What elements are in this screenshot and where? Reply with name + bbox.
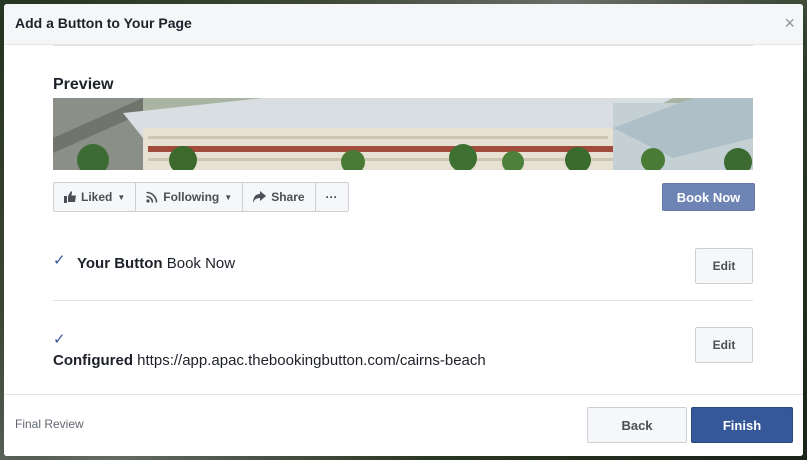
cover-photo bbox=[53, 98, 753, 170]
finish-button[interactable]: Finish bbox=[691, 407, 793, 443]
following-label: Following bbox=[163, 190, 220, 204]
following-button[interactable]: Following ▼ bbox=[136, 183, 244, 211]
configured-label: Configured bbox=[53, 352, 133, 369]
step-label: Final Review bbox=[15, 417, 84, 431]
back-button[interactable]: Back bbox=[587, 407, 687, 443]
edit-button-button[interactable]: Edit bbox=[695, 248, 753, 284]
like-icon bbox=[64, 191, 76, 203]
dialog-header: Add a Button to Your Page × bbox=[4, 4, 803, 45]
your-button-row: Your Button Book Now bbox=[77, 255, 235, 272]
page-action-bar: Liked ▼ Following ▼ Share ··· bbox=[53, 182, 349, 212]
rss-icon bbox=[146, 191, 158, 203]
chevron-down-icon: ▼ bbox=[224, 192, 233, 202]
divider bbox=[53, 45, 753, 46]
add-button-dialog: Add a Button to Your Page × Preview Like… bbox=[4, 4, 803, 456]
dialog-body[interactable]: Preview Liked ▼ Following ▼ Share ··· Bo… bbox=[4, 45, 803, 394]
edit-configured-button[interactable]: Edit bbox=[695, 327, 753, 363]
your-button-label: Your Button bbox=[77, 255, 163, 272]
more-icon: ··· bbox=[325, 190, 338, 204]
check-icon: ✓ bbox=[53, 331, 66, 348]
divider bbox=[53, 300, 753, 301]
cover-photo-image bbox=[53, 98, 753, 170]
chevron-down-icon: ▼ bbox=[117, 192, 126, 202]
share-icon bbox=[253, 191, 267, 203]
dialog-footer: Final Review Back Finish bbox=[4, 394, 803, 456]
configured-row: Configured https://app.apac.thebookingbu… bbox=[53, 352, 486, 369]
book-now-cta-button[interactable]: Book Now bbox=[662, 183, 755, 211]
share-label: Share bbox=[271, 190, 305, 204]
share-button[interactable]: Share bbox=[243, 183, 316, 211]
close-icon[interactable]: × bbox=[784, 13, 795, 33]
liked-label: Liked bbox=[81, 190, 113, 204]
your-button-value: Book Now bbox=[166, 255, 236, 272]
liked-button[interactable]: Liked ▼ bbox=[54, 183, 137, 211]
more-button[interactable]: ··· bbox=[316, 183, 348, 211]
check-icon: ✓ bbox=[53, 252, 66, 269]
preview-heading: Preview bbox=[53, 76, 114, 93]
dialog-title: Add a Button to Your Page bbox=[15, 15, 192, 31]
configured-url: https://app.apac.thebookingbutton.com/ca… bbox=[137, 352, 486, 369]
